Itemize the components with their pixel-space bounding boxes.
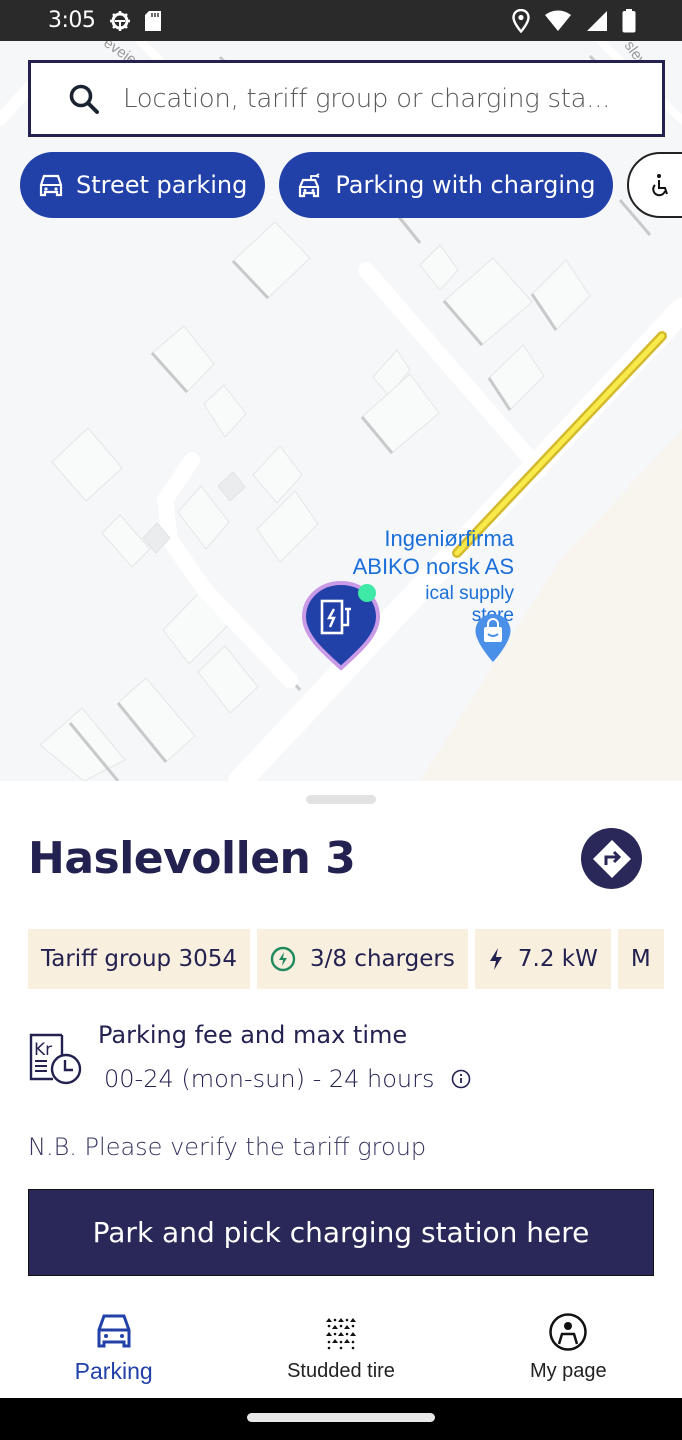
search-placeholder: Location, tariff group or charging sta..… [123,83,611,114]
car-icon [97,1314,131,1348]
tag-label: Tariff group 3054 [41,946,237,972]
fee-title: Parking fee and max time [98,1021,408,1049]
poi-name-line1: Ingeniørfirma [384,526,514,551]
fee-clock-icon: Kr [29,1033,82,1085]
battery-icon [622,9,636,33]
fee-value: 00-24 (mon-sun) - 24 hours [104,1065,471,1093]
poi-name: Ingeniørfirma ABIKO norsk AS [338,525,514,581]
bolt-icon [489,948,502,970]
directions-icon [592,839,631,878]
charging-station-icon [301,580,381,671]
tag-chargers: 3/8 chargers [256,929,468,989]
car-icon [39,174,63,197]
nav-label: Studded tire [287,1360,395,1382]
shopping-bag-icon [475,614,511,662]
station-title: Haslevollen 3 [28,833,356,884]
charging-station-pin[interactable] [300,579,382,676]
search-icon [69,84,99,114]
chip-label: Parking with charging [335,171,596,199]
home-gesture-handle[interactable] [247,1413,435,1422]
poi-marker[interactable] [474,613,512,668]
nav-my-page[interactable]: My page [455,1300,682,1398]
chip-hc[interactable]: HC [627,152,682,218]
fee-icon-text: Kr [34,1040,52,1060]
nav-parking[interactable]: Parking [0,1300,227,1398]
settings-gear-icon [110,11,130,31]
info-icon[interactable] [451,1069,471,1089]
chip-label: Street parking [76,171,248,199]
tariff-note: N.B. Please verify the tariff group [28,1133,427,1161]
charging-car-icon [299,173,320,198]
bottom-nav: Parking Studded tire My page [0,1300,682,1398]
station-tags: Tariff group 3054 3/8 chargers 7.2 kW M [28,929,664,989]
drag-handle[interactable] [306,795,376,804]
nav-studded-tire[interactable]: Studded tire [227,1300,454,1398]
signal-icon [587,11,607,31]
tag-label: 7.2 kW [517,946,598,972]
wheelchair-icon [652,174,669,197]
search-input[interactable]: Location, tariff group or charging sta..… [28,60,665,137]
status-bar: 3:05 [0,0,682,41]
nav-label: Parking [74,1358,153,1384]
tag-label: M [630,946,651,972]
poi-name-line2: ABIKO norsk AS [352,554,514,579]
directions-button[interactable] [581,828,642,889]
station-details-sheet: Haslevollen 3 Tariff group 3054 3/8 char… [0,781,682,1300]
park-and-pick-button[interactable]: Park and pick charging station here [28,1189,654,1276]
studded-tire-icon [325,1318,356,1350]
location-icon [512,9,530,33]
status-time: 3:05 [48,8,96,33]
system-gesture-bar [0,1398,682,1440]
charging-available-icon [270,946,296,972]
tag-label: 3/8 chargers [309,946,455,972]
account-icon [549,1313,588,1351]
fee-value-text: 00-24 (mon-sun) - 24 hours [104,1065,435,1093]
sd-card-icon [145,11,161,31]
tag-power: 7.2 kW [474,929,611,989]
filter-chips: Street parking Parking with charging HC [20,152,682,218]
tag-tariff-group: Tariff group 3054 [28,929,250,989]
tag-more: M [617,929,664,989]
nav-label: My page [529,1360,607,1382]
wifi-icon [545,10,571,31]
chip-parking-with-charging[interactable]: Parking with charging [279,152,614,218]
chip-street-parking[interactable]: Street parking [20,152,266,218]
